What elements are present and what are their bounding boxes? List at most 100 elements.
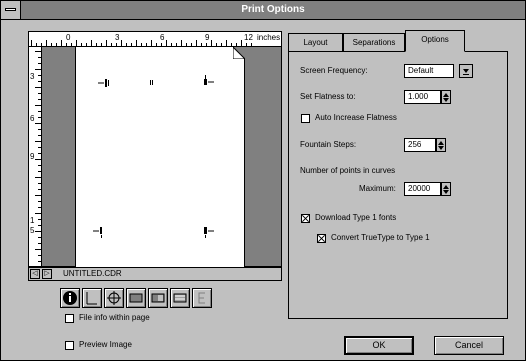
ruler-tick [38, 183, 41, 184]
ruler-tick [126, 43, 127, 46]
ruler-tick [38, 111, 41, 112]
ruler-tick [35, 195, 41, 196]
options-panel: Screen Frequency: Default Set Flatness t… [288, 51, 508, 319]
ruler-tick [91, 40, 92, 46]
ok-button[interactable]: OK [344, 336, 414, 355]
auto-flatness-label: Auto Increase Flatness [315, 113, 397, 122]
download-type1-label: Download Type 1 fonts [315, 213, 397, 222]
info-icon [63, 291, 77, 305]
ruler-tick [181, 40, 182, 46]
ruler-tick [35, 159, 41, 160]
preview-image-checkbox[interactable] [65, 341, 74, 350]
ruler-tick [121, 40, 122, 46]
auto-flatness-checkbox[interactable] [301, 114, 310, 123]
file-info-checkbox[interactable] [65, 314, 74, 323]
ruler-tick [131, 43, 132, 46]
fill-tool-icon [129, 293, 143, 303]
fill-tool-button[interactable] [126, 288, 146, 308]
ruler-tick [106, 40, 107, 46]
ruler-tick [226, 40, 227, 46]
ruler-label: 9 [205, 33, 210, 42]
page-fold-icon [233, 47, 245, 59]
ruler-tick [35, 177, 41, 178]
ruler-tick [35, 249, 41, 250]
crop-mark-icon [98, 79, 109, 87]
tab-layout[interactable]: Layout [288, 33, 343, 51]
ruler-label: 12 [244, 33, 253, 42]
ruler-tick [196, 40, 197, 46]
tab-separations[interactable]: Separations [343, 33, 405, 51]
crosshair-icon [107, 291, 121, 305]
ruler-tick [176, 43, 177, 46]
text-tool-icon [198, 292, 205, 304]
print-options-dialog: Print Options 0 3 6 9 12 inches 3 6 9 1 … [0, 0, 526, 361]
ruler-tick [231, 43, 232, 46]
window-title: Print Options [241, 4, 305, 15]
flatness-stepper[interactable] [441, 90, 451, 104]
ruler-tick [38, 63, 41, 64]
ruler-tick [221, 43, 222, 46]
info-button[interactable] [60, 288, 80, 308]
flatness-field[interactable]: 1.000 [404, 90, 441, 104]
maximum-points-stepper[interactable] [441, 182, 451, 196]
next-page-button[interactable]: ▷ [42, 269, 52, 279]
ruler-tick [101, 43, 102, 46]
ruler-tick [241, 40, 242, 46]
ruler-tick [35, 231, 41, 232]
ruler-label: 6 [30, 114, 35, 123]
ruler-tick [38, 255, 41, 256]
ruler-tick [38, 57, 41, 58]
line-tool-button[interactable] [82, 288, 102, 308]
ruler-tick [141, 43, 142, 46]
ruler-tick [35, 87, 41, 88]
screen-frequency-dropdown[interactable] [459, 64, 473, 78]
crosshair-button[interactable] [104, 288, 124, 308]
download-type1-checkbox[interactable] [301, 214, 310, 223]
flatness-label: Set Flatness to: [300, 92, 356, 101]
crop-mark-icon [204, 227, 214, 238]
ruler-tick [111, 43, 112, 46]
ruler-tick [38, 225, 41, 226]
ruler-label: 0 [66, 33, 71, 42]
screen-frequency-field[interactable]: Default [404, 64, 454, 78]
ruler-label: 1 [30, 216, 35, 225]
arrow-down-icon [443, 190, 449, 194]
vertical-ruler: 3 6 9 1 5 [28, 47, 42, 267]
ruler-tick [38, 75, 41, 76]
maximum-points-field[interactable]: 20000 [404, 182, 441, 196]
text-tool-button[interactable] [192, 288, 212, 308]
ruler-tick [81, 43, 82, 46]
ruler-tick [31, 40, 32, 46]
ruler-tick [71, 43, 72, 46]
line-tool-icon [86, 292, 97, 305]
dropdown-underline [463, 74, 469, 75]
ruler-tick [38, 189, 41, 190]
fountain-steps-stepper[interactable] [436, 138, 446, 152]
ruler-tick [206, 43, 207, 46]
ruler-tick [116, 43, 117, 46]
ruler-label: 5 [30, 226, 35, 235]
chevron-down-icon [463, 69, 469, 73]
ruler-tick [38, 237, 41, 238]
points-in-curves-label: Number of points in curves [300, 166, 396, 175]
filename-label: UNTITLED.CDR [63, 269, 122, 278]
ruler-tick [51, 43, 52, 46]
system-menu-button[interactable] [1, 1, 21, 19]
previous-page-button[interactable]: ◁ [30, 269, 40, 279]
preview-status-bar: ◁ ▷ UNTITLED.CDR [28, 267, 282, 281]
ruler-tick [166, 40, 167, 46]
convert-truetype-checkbox[interactable] [317, 234, 326, 243]
cancel-button[interactable]: Cancel [434, 336, 504, 355]
ruler-tick [38, 243, 41, 244]
pattern-tool-button[interactable] [170, 288, 190, 308]
ruler-tick [191, 43, 192, 46]
ruler-tick [38, 165, 41, 166]
preview-page[interactable] [75, 47, 245, 267]
ruler-tick [156, 43, 157, 46]
pattern-tool-icon [173, 293, 187, 303]
horizontal-ruler: 0 3 6 9 12 inches [28, 31, 282, 47]
split-view-button[interactable] [148, 288, 168, 308]
ruler-unit-label: inches [257, 33, 281, 42]
tab-options[interactable]: Options [405, 30, 465, 52]
fountain-steps-field[interactable]: 256 [404, 138, 436, 152]
